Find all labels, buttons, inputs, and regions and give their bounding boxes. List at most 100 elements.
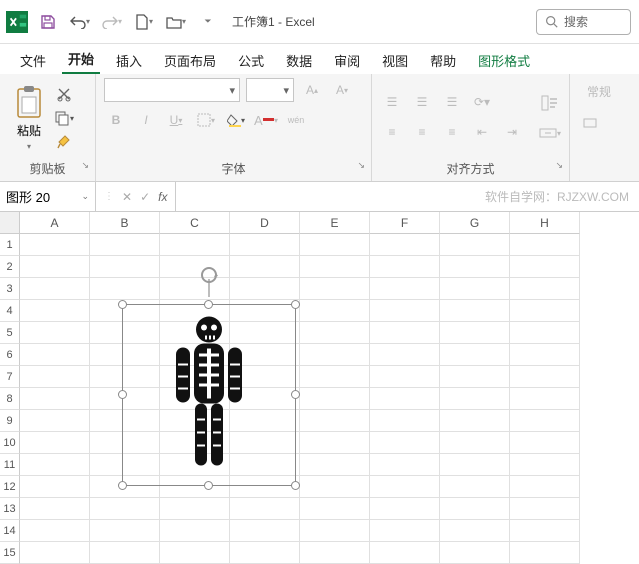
row-header[interactable]: 9 (0, 410, 20, 432)
number-format-dropdown[interactable]: 常规 (578, 78, 620, 105)
alignment-launcher[interactable]: ↘ (555, 160, 563, 171)
column-header[interactable]: E (300, 212, 370, 234)
resize-handle-ne[interactable] (291, 300, 300, 309)
tab-help[interactable]: 帮助 (424, 47, 462, 74)
row-header[interactable]: 6 (0, 344, 20, 366)
ribbon-tabs: 文件 开始 插入 页面布局 公式 数据 审阅 视图 帮助 图形格式 (0, 44, 639, 74)
group-font: ▾ ▾ A▴ A▾ B I U▾ ▾ ▾ A▾ wén 字体↘ (96, 74, 372, 181)
orientation-button[interactable]: ⟳▾ (470, 90, 494, 114)
column-header[interactable]: C (160, 212, 230, 234)
quick-access-toolbar: ▾ ▾ ▾ ▾ ⏷ (38, 12, 218, 32)
row-header[interactable]: 12 (0, 476, 20, 498)
save-button[interactable] (38, 12, 58, 32)
fill-color-button[interactable]: ▾ (224, 108, 248, 132)
row-header[interactable]: 10 (0, 432, 20, 454)
format-painter-button[interactable] (54, 133, 74, 151)
resize-handle-nw[interactable] (118, 300, 127, 309)
document-title: 工作簿1 - Excel (232, 13, 315, 30)
excel-app-icon (6, 11, 28, 33)
tab-formulas[interactable]: 公式 (232, 47, 270, 74)
row-header[interactable]: 15 (0, 542, 20, 564)
resize-handle-e[interactable] (291, 390, 300, 399)
tab-shape-format[interactable]: 图形格式 (472, 47, 536, 74)
clipboard-launcher[interactable]: ↘ (81, 160, 89, 171)
skeleton-icon[interactable] (169, 314, 249, 477)
align-right-button[interactable]: ≡ (440, 120, 464, 144)
cell-grid[interactable]: /* rows rendered below via template repe… (20, 234, 639, 564)
cut-button[interactable] (54, 85, 74, 103)
resize-handle-sw[interactable] (118, 481, 127, 490)
redo-button[interactable]: ▾ (102, 12, 122, 32)
number-label (578, 161, 628, 179)
insert-function-button[interactable]: fx (158, 190, 167, 204)
increase-indent-button[interactable]: ⇥ (500, 120, 524, 144)
font-name-dropdown[interactable]: ▾ (104, 78, 240, 102)
merge-center-button[interactable]: ▾ (538, 121, 562, 145)
column-header[interactable]: G (440, 212, 510, 234)
new-file-button[interactable]: ▾ (134, 12, 154, 32)
font-launcher[interactable]: ↘ (357, 160, 365, 171)
align-left-button[interactable]: ≡ (380, 120, 404, 144)
tab-page-layout[interactable]: 页面布局 (158, 47, 222, 74)
column-header[interactable]: H (510, 212, 580, 234)
row-header[interactable]: 4 (0, 300, 20, 322)
select-all-corner[interactable] (0, 212, 20, 234)
decrease-font-button[interactable]: A▾ (330, 78, 354, 102)
tab-review[interactable]: 审阅 (328, 47, 366, 74)
row-header[interactable]: 3 (0, 278, 20, 300)
qat-customize-button[interactable]: ⏷ (198, 12, 218, 32)
formula-dropdown-icon[interactable]: ⋮ (104, 191, 114, 202)
tab-file[interactable]: 文件 (14, 47, 52, 74)
increase-font-button[interactable]: A▴ (300, 78, 324, 102)
align-middle-button[interactable]: ☰ (410, 90, 434, 114)
bold-button[interactable]: B (104, 108, 128, 132)
search-box[interactable]: 搜索 (536, 9, 631, 35)
phonetic-guide-button[interactable]: wén (284, 108, 308, 132)
wrap-text-button[interactable] (538, 91, 562, 115)
open-folder-button[interactable]: ▾ (166, 12, 186, 32)
row-header[interactable]: 14 (0, 520, 20, 542)
resize-handle-s[interactable] (204, 481, 213, 490)
row-header[interactable]: 11 (0, 454, 20, 476)
column-header[interactable]: F (370, 212, 440, 234)
column-header[interactable]: B (90, 212, 160, 234)
cancel-formula-button[interactable]: ✕ (122, 190, 132, 204)
column-header[interactable]: A (20, 212, 90, 234)
chevron-down-icon: ▾ (27, 142, 31, 151)
row-header[interactable]: 8 (0, 388, 20, 410)
font-color-button[interactable]: A▾ (254, 108, 278, 132)
font-size-dropdown[interactable]: ▾ (246, 78, 294, 102)
formula-bar: 图形 20 ⌄ ⋮ ✕ ✓ fx 软件自学网：RJZXW.COM (0, 182, 639, 212)
tab-insert[interactable]: 插入 (110, 47, 148, 74)
align-bottom-button[interactable]: ☰ (440, 90, 464, 114)
currency-button[interactable] (578, 111, 602, 135)
italic-button[interactable]: I (134, 108, 158, 132)
paste-button[interactable]: 粘贴 ▾ (8, 85, 50, 151)
align-top-button[interactable]: ☰ (380, 90, 404, 114)
tab-data[interactable]: 数据 (280, 47, 318, 74)
alignment-label: 对齐方式↘ (380, 158, 561, 179)
resize-handle-se[interactable] (291, 481, 300, 490)
undo-button[interactable]: ▾ (70, 12, 90, 32)
row-header[interactable]: 1 (0, 234, 20, 256)
shape-selection[interactable] (122, 304, 296, 486)
tab-home[interactable]: 开始 (62, 45, 100, 74)
row-header[interactable]: 5 (0, 322, 20, 344)
row-header[interactable]: 2 (0, 256, 20, 278)
row-header[interactable]: 7 (0, 366, 20, 388)
name-box[interactable]: 图形 20 ⌄ (0, 182, 96, 211)
worksheet: 1 2 3 4 5 6 7 8 9 10 11 12 13 14 15 A B … (0, 212, 639, 564)
resize-handle-w[interactable] (118, 390, 127, 399)
enter-formula-button[interactable]: ✓ (140, 190, 150, 204)
decrease-indent-button[interactable]: ⇤ (470, 120, 494, 144)
copy-button[interactable]: ▾ (54, 109, 74, 127)
underline-button[interactable]: U▾ (164, 108, 188, 132)
border-button[interactable]: ▾ (194, 108, 218, 132)
rotate-handle[interactable] (198, 267, 220, 304)
tab-view[interactable]: 视图 (376, 47, 414, 74)
align-center-button[interactable]: ≡ (410, 120, 434, 144)
resize-handle-n[interactable] (204, 300, 213, 309)
column-header[interactable]: D (230, 212, 300, 234)
formula-input[interactable] (176, 182, 475, 211)
row-header[interactable]: 13 (0, 498, 20, 520)
